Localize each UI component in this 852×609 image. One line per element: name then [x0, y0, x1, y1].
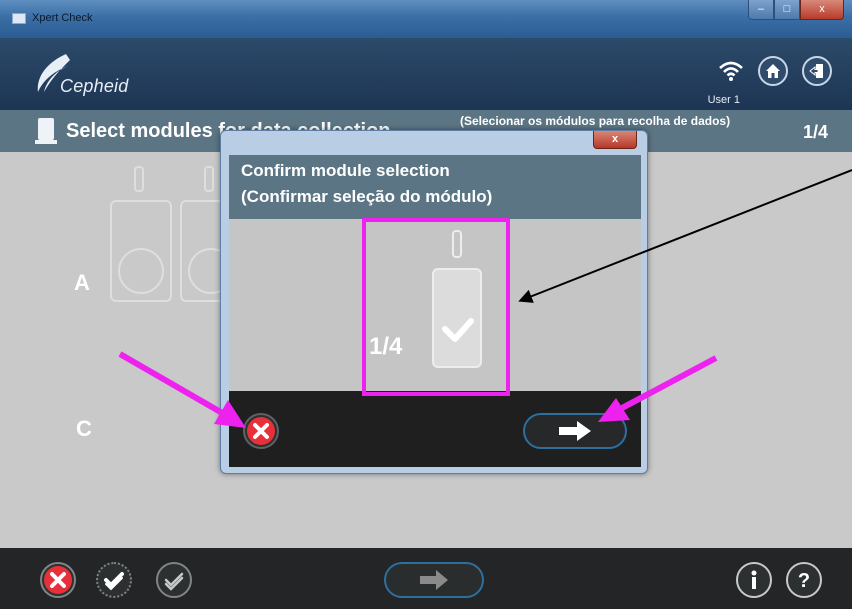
app-header: Cepheid User 1 — [0, 38, 852, 110]
wifi-icon — [718, 60, 744, 82]
dialog-next-button[interactable] — [523, 413, 627, 449]
cepheid-logo: Cepheid — [32, 52, 162, 98]
info-button[interactable] — [736, 562, 772, 598]
row-label-a: A — [74, 270, 90, 295]
select-all-button[interactable] — [96, 562, 132, 598]
help-icon: ? — [798, 570, 810, 592]
module-icon — [35, 118, 57, 144]
brand-name: Cepheid — [60, 76, 129, 96]
dialog-title-translation: (Confirmar seleção do módulo) — [241, 187, 493, 206]
module-circle — [118, 248, 164, 294]
svg-text:?: ? — [798, 570, 810, 592]
logout-button[interactable] — [802, 56, 832, 86]
module-highlight-box — [362, 218, 510, 396]
info-icon — [751, 570, 757, 589]
selection-counter: 1/4 — [802, 122, 828, 142]
dialog-title: Confirm module selection — [241, 161, 450, 180]
home-button[interactable] — [758, 56, 788, 86]
module-a1[interactable] — [110, 166, 172, 302]
bottom-cancel-button[interactable] — [40, 562, 76, 598]
user-label: User 1 — [707, 94, 740, 106]
row-label-c: C — [76, 416, 92, 441]
bottom-toolbar: ? — [0, 548, 852, 609]
cancel-icon — [247, 417, 275, 445]
module-slot-icon — [204, 166, 214, 192]
window-controls: – □ x — [748, 0, 844, 20]
select-all-icon — [104, 572, 124, 591]
cancel-icon — [44, 566, 72, 594]
home-icon — [766, 64, 780, 78]
minimize-button[interactable]: – — [748, 0, 774, 20]
next-arrow-icon — [420, 570, 448, 590]
module-slot-icon — [134, 166, 144, 192]
dialog-cancel-button[interactable] — [243, 413, 279, 449]
app-icon — [12, 13, 26, 24]
deselect-all-button[interactable] — [156, 562, 192, 598]
window-titlebar: Xpert Check – □ x — [0, 0, 852, 38]
logout-icon — [809, 64, 823, 78]
page-title-translation: (Selecionar os módulos para recolha de d… — [460, 114, 731, 128]
bottom-next-button[interactable] — [384, 562, 484, 598]
dialog-header: Confirm module selection (Confirmar sele… — [229, 155, 641, 219]
window-title: Xpert Check — [32, 12, 93, 24]
maximize-button[interactable]: □ — [774, 0, 800, 20]
deselect-all-icon — [164, 572, 184, 591]
dialog-close-button[interactable]: x — [593, 131, 637, 149]
help-button[interactable]: ? — [786, 562, 822, 598]
window-close-button[interactable]: x — [800, 0, 844, 20]
dialog-footer — [229, 391, 641, 467]
next-arrow-icon — [559, 421, 591, 441]
header-icons — [718, 56, 832, 86]
